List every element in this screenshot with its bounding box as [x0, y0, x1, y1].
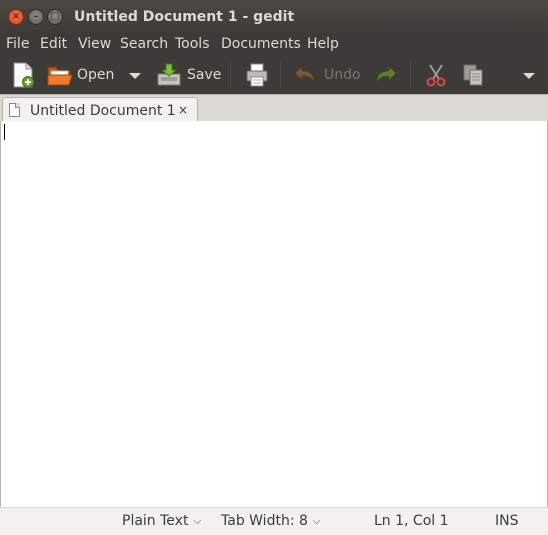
cut-button[interactable]	[423, 60, 451, 90]
new-document-icon	[13, 62, 34, 88]
menu-help[interactable]: Help	[307, 36, 339, 52]
window-title: Untitled Document 1 - gedit	[74, 9, 295, 25]
save-button[interactable]: Save	[155, 60, 223, 90]
close-icon: ×	[11, 11, 21, 22]
copy-button[interactable]	[460, 60, 488, 90]
open-recent-dropdown[interactable]	[124, 60, 144, 90]
document-tab-label: Untitled Document 1	[30, 103, 176, 119]
open-button[interactable]: Open	[45, 60, 120, 90]
toolbar-overflow-button[interactable]	[518, 60, 540, 90]
new-document-button[interactable]	[8, 60, 38, 90]
menu-bar: File Edit View Search Tools Documents He…	[0, 34, 548, 56]
document-tab-strip: Untitled Document 1 ×	[0, 94, 548, 123]
printer-icon	[246, 63, 268, 87]
chevron-down-icon	[523, 73, 535, 79]
text-file-icon	[9, 103, 20, 117]
minimize-window-button[interactable]: –	[28, 9, 44, 25]
tab-width-selector[interactable]: Tab Width: 8 ⌵	[221, 513, 321, 529]
toolbar-separator	[280, 62, 281, 88]
chevron-down-icon	[129, 73, 141, 79]
copy-icon	[463, 64, 483, 86]
close-tab-icon[interactable]: ×	[178, 103, 188, 117]
menu-edit[interactable]: Edit	[40, 36, 67, 52]
folder-open-icon	[47, 66, 73, 86]
language-label: Plain Text	[122, 513, 189, 529]
print-button[interactable]	[243, 60, 271, 90]
menu-tools[interactable]: Tools	[175, 36, 210, 52]
undo-button[interactable]: Undo	[292, 60, 362, 90]
gedit-window: × – □ Untitled Document 1 - gedit File E…	[0, 0, 548, 535]
menu-search[interactable]: Search	[120, 36, 168, 52]
status-bar: Plain Text ⌵ Tab Width: 8 ⌵ Ln 1, Col 1 IN…	[0, 507, 548, 535]
scissors-icon	[426, 64, 446, 87]
title-bar[interactable]: × – □ Untitled Document 1 - gedit	[0, 0, 548, 34]
close-window-button[interactable]: ×	[8, 9, 24, 25]
toolbar-separator	[410, 62, 411, 88]
chevron-down-icon: ⌵	[312, 516, 321, 527]
text-cursor	[4, 124, 5, 140]
save-label: Save	[187, 67, 222, 83]
toolbar: Open Save Undo	[0, 56, 548, 94]
redo-icon	[376, 66, 397, 84]
save-icon	[157, 63, 181, 86]
undo-icon	[294, 66, 315, 84]
menu-view[interactable]: View	[78, 36, 111, 52]
menu-file[interactable]: File	[6, 36, 29, 52]
minimize-icon: –	[33, 11, 39, 22]
toolbar-separator	[230, 62, 231, 88]
maximize-icon: □	[50, 11, 60, 22]
redo-button[interactable]	[372, 60, 400, 90]
open-label: Open	[77, 67, 115, 83]
undo-label: Undo	[324, 67, 361, 83]
document-tab[interactable]: Untitled Document 1 ×	[2, 97, 198, 123]
language-selector[interactable]: Plain Text ⌵	[122, 513, 201, 529]
cursor-position: Ln 1, Col 1	[374, 513, 449, 529]
chevron-down-icon: ⌵	[193, 516, 202, 527]
tab-width-label: Tab Width: 8	[221, 513, 308, 529]
text-editor[interactable]	[0, 121, 548, 507]
insert-mode[interactable]: INS	[495, 513, 519, 529]
maximize-window-button[interactable]: □	[47, 9, 63, 25]
menu-documents[interactable]: Documents	[221, 36, 301, 52]
